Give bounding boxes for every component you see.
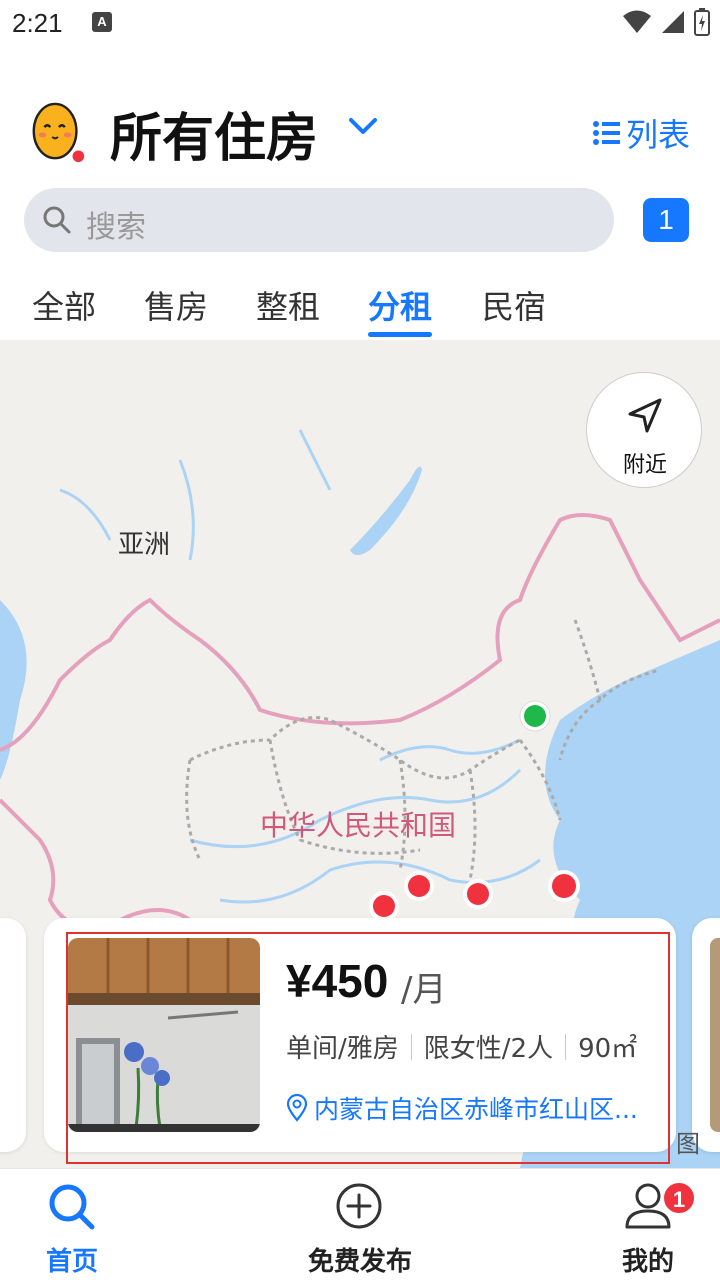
add-circle-icon bbox=[336, 1183, 382, 1229]
divider bbox=[565, 1033, 567, 1060]
nav-home[interactable]: 首页 bbox=[0, 1169, 162, 1280]
tab-whole-rent[interactable]: 整租 bbox=[256, 282, 320, 328]
notification-icon: A bbox=[92, 12, 112, 32]
wifi-icon bbox=[623, 10, 651, 33]
listing-tenants: 限女性/2人 bbox=[423, 1034, 554, 1064]
status-icons bbox=[622, 8, 710, 36]
notification-badge: 1 bbox=[662, 1181, 696, 1215]
listing-location: 内蒙古自治区赤峰市红山区... bbox=[286, 1090, 638, 1126]
nav-publish-label: 免费发布 bbox=[307, 1247, 412, 1277]
header: 所有住房 列表 bbox=[0, 90, 720, 180]
page-title[interactable]: 所有住房 bbox=[110, 96, 318, 171]
map-watermark: 图 bbox=[676, 1130, 700, 1158]
tab-sale[interactable]: 售房 bbox=[144, 282, 208, 328]
signal-icon bbox=[662, 11, 684, 33]
search-icon bbox=[43, 206, 71, 234]
chevron-down-icon[interactable] bbox=[346, 114, 380, 138]
status-bar: 2:21 A bbox=[0, 0, 720, 48]
listing-marker-dot bbox=[373, 895, 395, 917]
divider bbox=[410, 1033, 412, 1060]
listing-price-unit: /月 bbox=[401, 970, 447, 1010]
location-pin-icon bbox=[286, 1094, 308, 1122]
search-placeholder: 搜索 bbox=[86, 210, 146, 245]
listing-attributes: 单间/雅房 限女性/2人 90㎡ bbox=[286, 1028, 637, 1065]
list-view-button[interactable]: 列表 bbox=[592, 110, 690, 156]
listing-address: 内蒙古自治区赤峰市红山区... bbox=[314, 1095, 638, 1124]
next-listing-photo bbox=[710, 938, 720, 1132]
previous-listing-card[interactable] bbox=[0, 918, 26, 1152]
navigation-arrow-icon bbox=[628, 398, 662, 433]
tab-all[interactable]: 全部 bbox=[32, 282, 96, 328]
list-view-label: 列表 bbox=[625, 116, 690, 154]
listing-card[interactable]: ¥450 /月 单间/雅房 限女性/2人 90㎡ 内蒙古自治区赤峰市红山区... bbox=[44, 918, 676, 1152]
list-icon bbox=[592, 121, 620, 145]
nav-home-label: 首页 bbox=[45, 1247, 98, 1277]
active-tab-indicator bbox=[368, 332, 432, 337]
listing-room-type: 单间/雅房 bbox=[286, 1034, 399, 1064]
search-icon bbox=[49, 1184, 95, 1230]
tab-shared-rent[interactable]: 分租 bbox=[368, 282, 432, 328]
listing-photo bbox=[68, 938, 260, 1132]
listing-area: 90㎡ bbox=[578, 1034, 638, 1064]
tab-homestay[interactable]: 民宿 bbox=[482, 282, 546, 328]
egg-logo-icon bbox=[32, 102, 85, 163]
nearby-button[interactable]: 附近 bbox=[586, 372, 702, 488]
status-time: 2:21 bbox=[12, 8, 63, 38]
search-input[interactable]: 搜索 bbox=[24, 188, 614, 252]
next-listing-card[interactable] bbox=[692, 918, 720, 1152]
nav-mine-label: 我的 bbox=[621, 1247, 674, 1277]
category-tabs: 全部 售房 整租 分租 民宿 bbox=[0, 270, 720, 340]
nearby-label: 附近 bbox=[622, 453, 667, 478]
bottom-nav: 首页 免费发布 1 我的 bbox=[0, 1168, 720, 1280]
battery-icon bbox=[694, 8, 710, 36]
listing-price: ¥450 bbox=[286, 955, 389, 1007]
nav-mine[interactable]: 1 我的 bbox=[558, 1169, 720, 1280]
nav-publish[interactable]: 免费发布 bbox=[270, 1169, 450, 1280]
current-location-dot bbox=[524, 705, 546, 727]
result-count-badge[interactable]: 1 bbox=[643, 198, 689, 242]
listing-marker-dot bbox=[552, 874, 576, 898]
listing-marker-dot bbox=[408, 875, 430, 897]
listing-marker-dot bbox=[467, 883, 489, 905]
